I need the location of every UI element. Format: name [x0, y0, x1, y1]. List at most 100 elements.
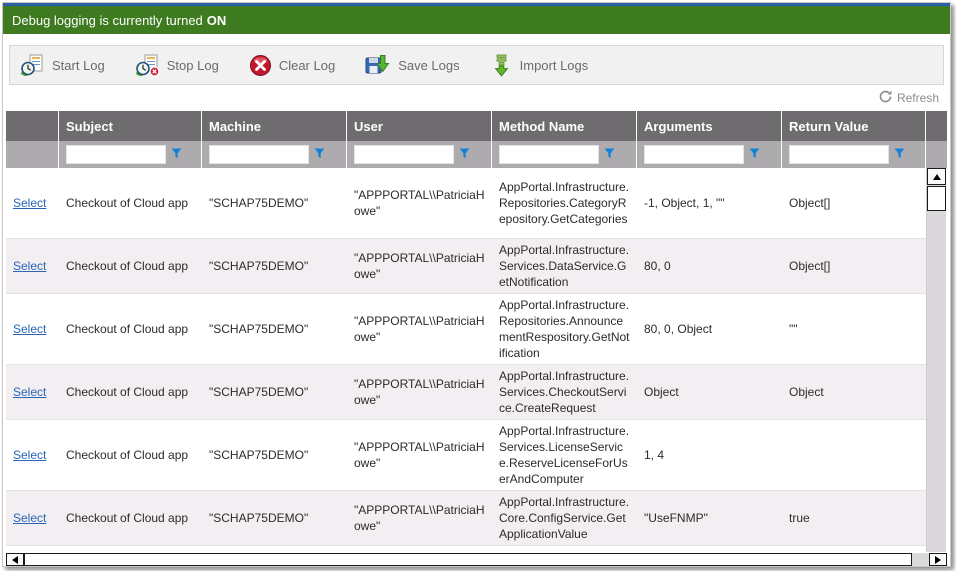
select-link[interactable]: Select — [13, 384, 46, 400]
filter-icon[interactable] — [171, 146, 182, 164]
row-select-cell: Select — [6, 420, 59, 490]
row-select-cell: Select — [6, 365, 59, 419]
machine-cell: "SCHAP75DEMO" — [202, 491, 347, 545]
column-header-select — [6, 111, 59, 141]
filter-input-subject[interactable] — [66, 145, 166, 164]
return-value-cell: Object — [782, 365, 926, 419]
filter-cell-spacer — [926, 141, 947, 168]
save-logs-icon — [365, 54, 391, 77]
vertical-scrollbar[interactable] — [926, 168, 946, 552]
scroll-up-button[interactable] — [927, 168, 946, 185]
arguments-cell: 1, 4 — [637, 420, 782, 490]
table-row: Select Checkout of Cloud app "SCHAP75DEM… — [6, 239, 926, 294]
select-link[interactable]: Select — [13, 258, 46, 274]
machine-cell: "SCHAP75DEMO" — [202, 168, 347, 238]
subject-cell: Checkout of Cloud app — [59, 294, 202, 364]
method-name-cell: AppPortal.Infrastructure.Services.DataSe… — [492, 239, 637, 293]
return-value-cell — [782, 420, 926, 490]
filter-input-return-value[interactable] — [789, 145, 889, 164]
left-arrow-icon — [12, 556, 18, 564]
column-header-user[interactable]: User — [347, 111, 492, 141]
filter-input-machine[interactable] — [209, 145, 309, 164]
arguments-cell: 80, 0, Object — [637, 294, 782, 364]
column-header-spacer — [926, 111, 947, 141]
method-name-cell: AppPortal.Infrastructure.Repositories.An… — [492, 294, 637, 364]
scroll-left-button[interactable] — [6, 553, 24, 566]
user-cell: "APPPORTAL\\PatriciaHowe" — [347, 168, 492, 238]
banner-state: ON — [207, 13, 227, 28]
filter-icon[interactable] — [604, 146, 615, 164]
log-toolbar: Start Log Stop Log — [9, 45, 944, 85]
row-select-cell: Select — [6, 168, 59, 238]
subject-cell: Checkout of Cloud app — [59, 420, 202, 490]
select-link[interactable]: Select — [13, 321, 46, 337]
refresh-label: Refresh — [897, 91, 939, 105]
return-value-cell: true — [782, 491, 926, 545]
column-header-arguments[interactable]: Arguments — [637, 111, 782, 141]
subject-cell: Checkout of Cloud app — [59, 365, 202, 419]
horizontal-scrollbar[interactable] — [6, 552, 947, 566]
filter-cell-subject — [59, 141, 202, 168]
table-header-row: Subject Machine User Method Name Argumen… — [6, 111, 947, 141]
stop-log-icon — [135, 54, 160, 77]
subject-cell: Checkout of Cloud app — [59, 239, 202, 293]
filter-icon[interactable] — [749, 146, 760, 164]
clear-log-icon — [249, 54, 272, 77]
import-logs-label: Import Logs — [520, 58, 589, 73]
select-link[interactable]: Select — [13, 195, 46, 211]
save-logs-button[interactable]: Save Logs — [365, 54, 459, 77]
table-row: Select Checkout of Cloud app "SCHAP75DEM… — [6, 365, 926, 420]
user-cell: "APPPORTAL\\PatriciaHowe" — [347, 420, 492, 490]
table-body: Select Checkout of Cloud app "SCHAP75DEM… — [6, 168, 947, 552]
import-logs-button[interactable]: Import Logs — [490, 54, 589, 77]
method-name-cell: AppPortal.Infrastructure.Core.ConfigServ… — [492, 491, 637, 545]
refresh-button[interactable]: Refresh — [879, 90, 939, 106]
start-log-button[interactable]: Start Log — [20, 54, 105, 77]
machine-cell: "SCHAP75DEMO" — [202, 294, 347, 364]
row-select-cell: Select — [6, 239, 59, 293]
clear-log-label: Clear Log — [279, 58, 335, 73]
return-value-cell: Object[] — [782, 168, 926, 238]
column-header-return-value[interactable]: Return Value — [782, 111, 926, 141]
scroll-right-button[interactable] — [929, 553, 947, 566]
filter-icon[interactable] — [314, 146, 325, 164]
log-table: Subject Machine User Method Name Argumen… — [6, 111, 947, 566]
filter-cell-select — [6, 141, 59, 168]
filter-icon[interactable] — [459, 146, 470, 164]
column-header-subject[interactable]: Subject — [59, 111, 202, 141]
table-row: Select Checkout of Cloud app "SCHAP75DEM… — [6, 294, 926, 365]
refresh-bar: Refresh — [6, 85, 947, 111]
select-link[interactable]: Select — [13, 510, 46, 526]
filter-cell-arguments — [637, 141, 782, 168]
column-header-method-name[interactable]: Method Name — [492, 111, 637, 141]
filter-icon[interactable] — [894, 146, 905, 164]
user-cell: "APPPORTAL\\PatriciaHowe" — [347, 365, 492, 419]
filter-cell-machine — [202, 141, 347, 168]
filter-row — [6, 141, 947, 168]
arguments-cell: 80, 0 — [637, 239, 782, 293]
subject-cell: Checkout of Cloud app — [59, 491, 202, 545]
start-log-label: Start Log — [52, 58, 105, 73]
arguments-cell: Object — [637, 365, 782, 419]
return-value-cell: "" — [782, 294, 926, 364]
refresh-icon — [879, 90, 892, 106]
filter-cell-user — [347, 141, 492, 168]
filter-input-user[interactable] — [354, 145, 454, 164]
stop-log-button[interactable]: Stop Log — [135, 54, 219, 77]
vertical-scroll-thumb[interactable] — [927, 186, 946, 211]
machine-cell: "SCHAP75DEMO" — [202, 365, 347, 419]
select-link[interactable]: Select — [13, 447, 46, 463]
filter-input-arguments[interactable] — [644, 145, 744, 164]
save-logs-label: Save Logs — [398, 58, 459, 73]
subject-cell: Checkout of Cloud app — [59, 168, 202, 238]
horizontal-scroll-track[interactable] — [912, 553, 929, 566]
column-header-machine[interactable]: Machine — [202, 111, 347, 141]
table-row: Select Checkout of Cloud app "SCHAP75DEM… — [6, 420, 926, 491]
clear-log-button[interactable]: Clear Log — [249, 54, 335, 77]
table-rows: Select Checkout of Cloud app "SCHAP75DEM… — [6, 168, 926, 552]
import-logs-icon — [490, 54, 513, 77]
start-log-icon — [20, 54, 45, 77]
horizontal-scroll-thumb[interactable] — [24, 553, 912, 566]
table-row: Select Checkout of Cloud app "SCHAP75DEM… — [6, 168, 926, 239]
filter-input-method-name[interactable] — [499, 145, 599, 164]
